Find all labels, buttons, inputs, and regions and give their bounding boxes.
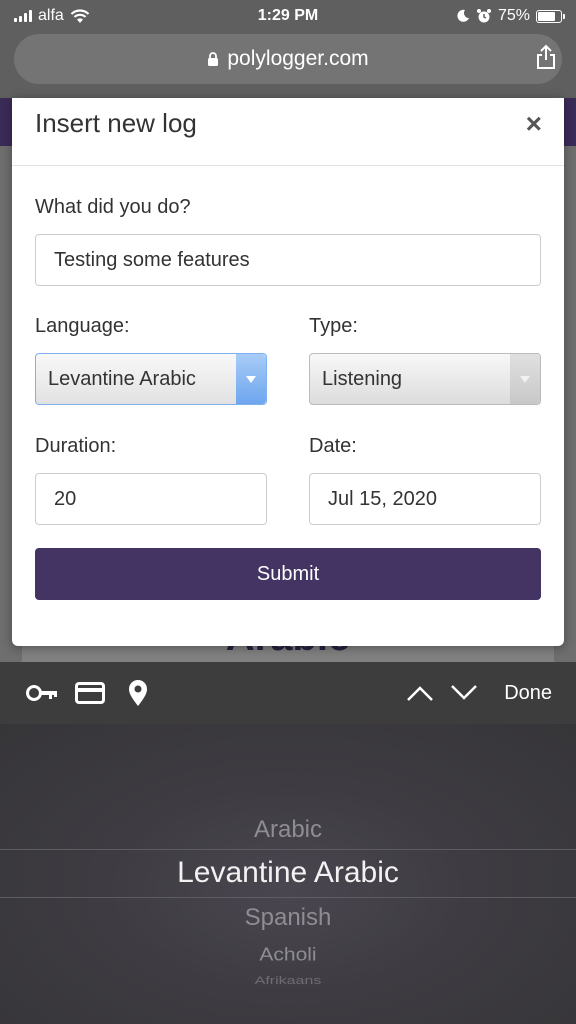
picker-item[interactable]: Arabic (0, 816, 576, 844)
moon-icon (457, 9, 469, 22)
done-button[interactable]: Done (504, 682, 552, 705)
battery-percent: 75% (497, 7, 530, 24)
type-select-value: Listening (322, 367, 403, 390)
credit-card-icon[interactable] (72, 675, 108, 711)
carrier-name: alfa (38, 7, 64, 24)
address-bar[interactable]: polylogger.com (14, 34, 562, 84)
picker-item[interactable]: Spanish (0, 904, 576, 932)
date-label: Date: (309, 435, 357, 457)
location-pin-icon[interactable] (120, 675, 156, 711)
language-label: Language: (35, 315, 130, 337)
language-select[interactable]: Levantine Arabic (35, 353, 267, 405)
chevron-up-icon (407, 686, 434, 701)
picker-selection-bottom-line (0, 897, 576, 898)
close-button[interactable]: × (526, 108, 542, 140)
activity-label: What did you do? (35, 196, 191, 218)
activity-input[interactable]: Testing some features (35, 234, 541, 286)
chevron-down-icon (510, 354, 540, 404)
language-select-value: Levantine Arabic (48, 367, 196, 390)
picker-item[interactable]: Acholi (0, 944, 576, 966)
battery-icon (536, 9, 565, 23)
picker-item-selected[interactable]: Levantine Arabic (0, 856, 576, 890)
duration-input[interactable]: 20 (35, 473, 267, 525)
modal-title: Insert new log (35, 108, 197, 138)
keyboard-accessory-bar: Done (0, 662, 576, 724)
submit-button[interactable]: Submit (35, 548, 541, 600)
status-bar: alfa 1:29 PM 75% (0, 0, 576, 32)
date-input[interactable]: Jul 15, 2020 (309, 473, 541, 525)
url-text: polylogger.com (227, 47, 369, 70)
language-picker-wheel[interactable]: Arabic Levantine Arabic Spanish Acholi A… (0, 724, 576, 1024)
duration-label: Duration: (35, 435, 117, 457)
wifi-icon (70, 8, 90, 23)
type-label: Type: (309, 315, 358, 337)
chevron-down-icon (236, 354, 266, 404)
next-field-button[interactable] (446, 675, 482, 711)
picker-selection-top-line (0, 849, 576, 850)
key-icon[interactable] (24, 675, 60, 711)
browser-toolbar: polylogger.com (0, 32, 576, 98)
picker-item[interactable]: Afrikaans (0, 975, 576, 988)
alarm-icon (476, 9, 491, 23)
share-icon[interactable] (534, 44, 558, 70)
cellular-signal-icon (14, 10, 32, 22)
insert-log-modal: Insert new log × What did you do? Testin… (12, 98, 564, 646)
modal-header: Insert new log × (12, 98, 564, 166)
previous-field-button[interactable] (402, 675, 438, 711)
chevron-down-icon (451, 685, 478, 700)
lock-icon (208, 51, 219, 66)
type-select[interactable]: Listening (309, 353, 541, 405)
